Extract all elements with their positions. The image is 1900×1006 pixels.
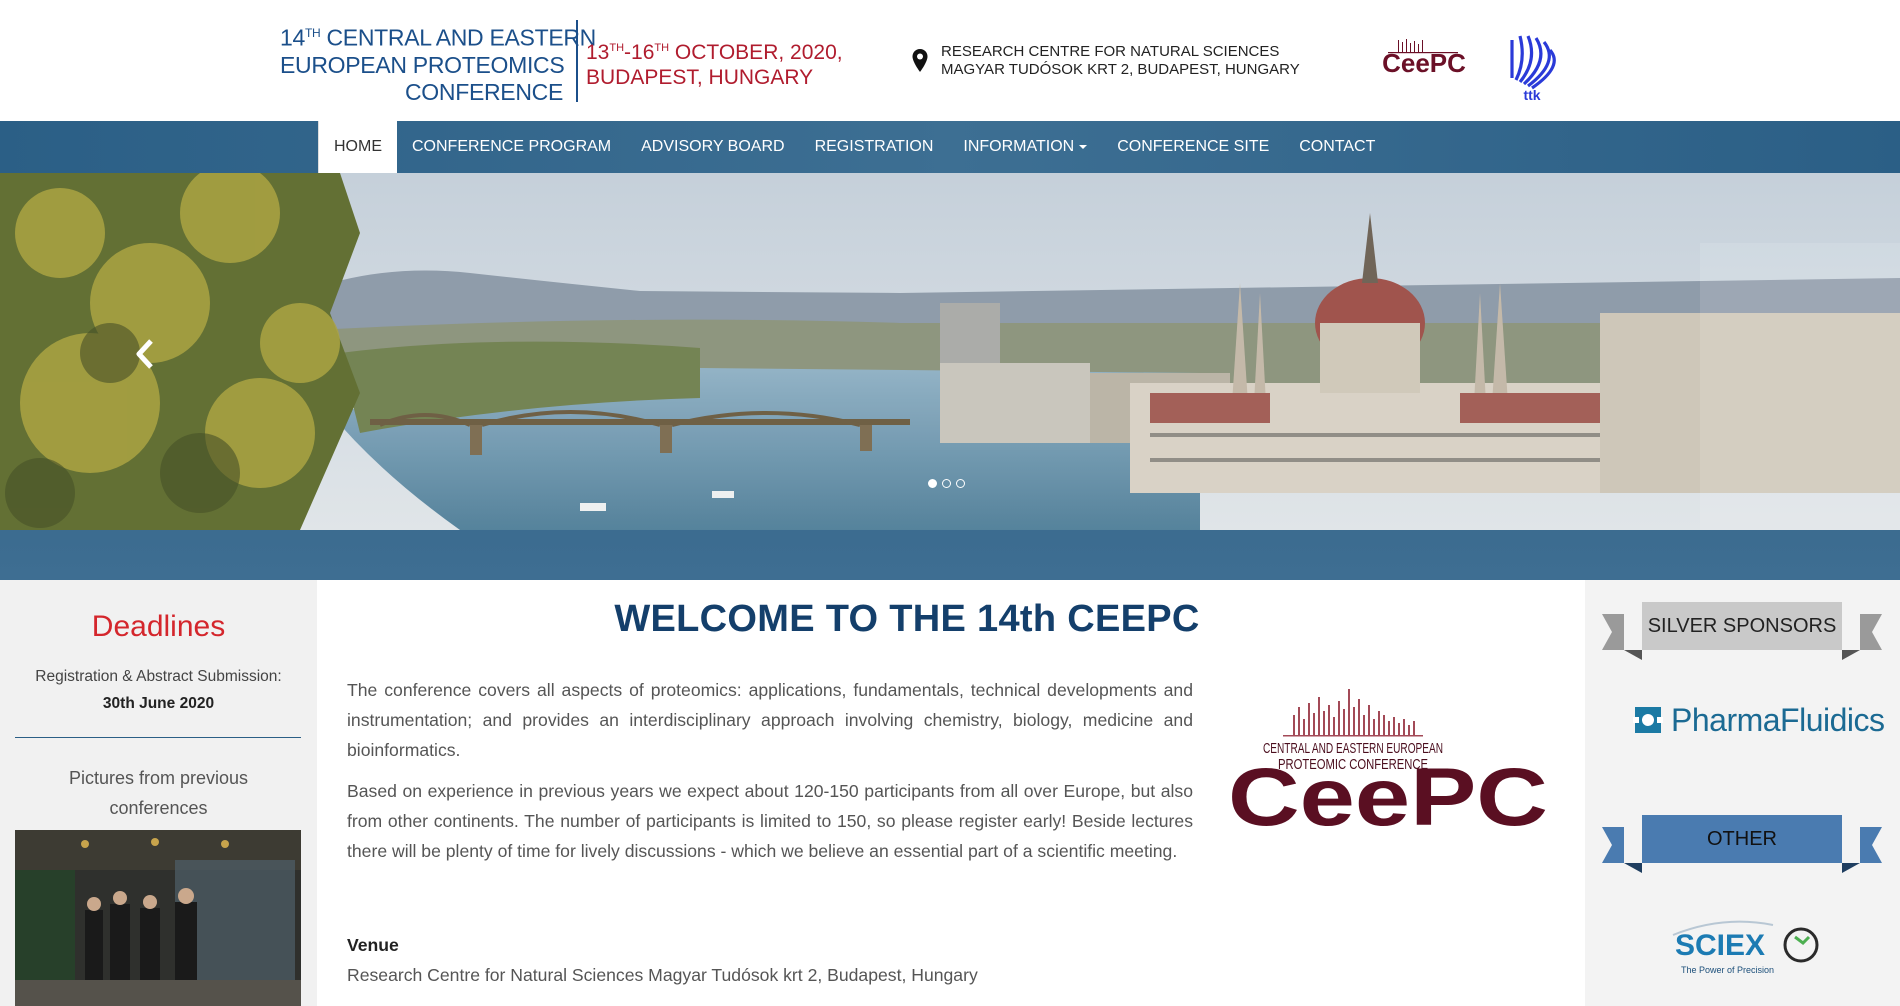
nav-item-information-label: INFORMATION <box>963 138 1075 155</box>
carousel-prev-icon[interactable] <box>133 338 157 370</box>
venue-address: RESEARCH CENTRE FOR NATURAL SCIENCES MAG… <box>941 43 1300 79</box>
other-sponsors-ribbon: OTHER <box>1602 815 1882 875</box>
right-sidebar: SILVER SPONSORS PharmaFluidics OTHER SCI… <box>1585 580 1900 1006</box>
sidebar-divider <box>15 737 301 738</box>
conference-photo-image <box>15 830 301 1006</box>
main-content: WELCOME TO THE 14th CEEPC The conference… <box>317 580 1585 1006</box>
ceepc-logo-text: CeePC <box>1382 48 1466 78</box>
date-month-year: OCTOBER, 2020, <box>669 41 843 64</box>
nav-item-contact[interactable]: CONTACT <box>1284 121 1390 173</box>
ceepc-large-logo: CENTRAL AND EASTERN EUROPEAN PROTEOMIC C… <box>1228 689 1548 835</box>
deadlines-heading: Deadlines <box>91 610 226 643</box>
other-sponsors-heading: OTHER <box>1707 828 1777 850</box>
date-city: BUDAPEST, HUNGARY <box>586 66 814 89</box>
main-navigation: HOME CONFERENCE PROGRAM ADVISORY BOARD R… <box>0 121 1900 173</box>
pictures-heading: Pictures from previous conferences <box>68 768 249 818</box>
spectrum-bars-graphic <box>1283 689 1423 737</box>
location-pin-icon <box>912 49 928 72</box>
sponsor-sciex[interactable]: SCIEX The Power of Precision <box>1663 915 1833 985</box>
silver-sponsors-heading: SILVER SPONSORS <box>1647 615 1837 637</box>
deadline-date: 30th June 2020 <box>102 695 215 712</box>
date-end-suffix: TH <box>654 42 670 54</box>
date-end: -16 <box>624 41 655 64</box>
venue-label: Venue <box>347 935 399 955</box>
sponsor-pharmafluidics[interactable]: PharmaFluidics <box>1633 700 1885 740</box>
deadline-label: Registration & Abstract Submission: <box>35 668 282 685</box>
date-start: 13 <box>586 41 610 64</box>
intro-paragraph: The conference covers all aspects of pro… <box>347 680 1193 760</box>
silver-sponsors-ribbon: SILVER SPONSORS <box>1602 602 1882 662</box>
sciex-name: SCIEX <box>1675 929 1765 962</box>
title-line3: CONFERENCE <box>404 78 563 105</box>
nav-item-registration[interactable]: REGISTRATION <box>800 121 949 173</box>
conference-title[interactable]: 14TH CENTRAL AND EASTERN EUROPEAN PROTEO… <box>280 20 596 106</box>
nav-item-advisory-board[interactable]: ADVISORY BOARD <box>626 121 799 173</box>
title-divider <box>576 20 578 102</box>
title-line2: EUROPEAN PROTEOMICS <box>280 51 565 78</box>
carousel-dot-3[interactable] <box>956 479 965 488</box>
date-start-suffix: TH <box>609 42 625 54</box>
carousel-dot-1[interactable] <box>928 479 937 488</box>
ttk-logo[interactable]: ttk <box>1502 30 1562 102</box>
address-line1: RESEARCH CENTRE FOR NATURAL SCIENCES <box>941 43 1280 60</box>
ttk-logo-text: ttk <box>1523 87 1540 102</box>
carousel-slide-budapest <box>0 173 1900 530</box>
left-sidebar: Deadlines Registration & Abstract Submis… <box>0 580 317 1006</box>
address-line2: MAGYAR TUDÓSOK KRT 2, BUDAPEST, HUNGARY <box>941 61 1300 78</box>
sciex-tagline: The Power of Precision <box>1681 965 1774 975</box>
venue-text: Research Centre for Natural Sciences Mag… <box>347 965 978 985</box>
title-suffix: TH <box>304 26 321 40</box>
caret-down-icon <box>1079 144 1088 149</box>
conference-date: 13TH-16TH OCTOBER, 2020, BUDAPEST, HUNGA… <box>586 36 843 90</box>
title-line1: CENTRAL AND EASTERN <box>320 24 596 51</box>
ceepc-logo[interactable]: CeePC <box>1368 38 1480 88</box>
welcome-heading: WELCOME TO THE 14th CEEPC <box>614 598 1200 640</box>
nav-item-home[interactable]: HOME <box>318 121 397 173</box>
site-header: 14TH CENTRAL AND EASTERN EUROPEAN PROTEO… <box>0 0 1900 121</box>
ceepc-logo-wordmark: CeePC <box>1228 752 1548 835</box>
nav-item-information[interactable]: INFORMATION <box>948 121 1102 173</box>
budapest-panorama-image <box>0 173 1900 530</box>
nav-item-conference-site[interactable]: CONFERENCE SITE <box>1102 121 1284 173</box>
pharmafluidics-logo-icon <box>1633 707 1663 733</box>
nav-item-conference-program[interactable]: CONFERENCE PROGRAM <box>397 121 626 173</box>
previous-conference-photo[interactable] <box>15 830 301 1006</box>
carousel-indicators <box>928 479 965 488</box>
pharmafluidics-name: PharmaFluidics <box>1671 701 1885 738</box>
participants-paragraph: Based on experience in previous years we… <box>347 781 1193 861</box>
title-number: 14 <box>280 24 305 51</box>
carousel-dot-2[interactable] <box>942 479 951 488</box>
hero-carousel <box>0 173 1900 580</box>
